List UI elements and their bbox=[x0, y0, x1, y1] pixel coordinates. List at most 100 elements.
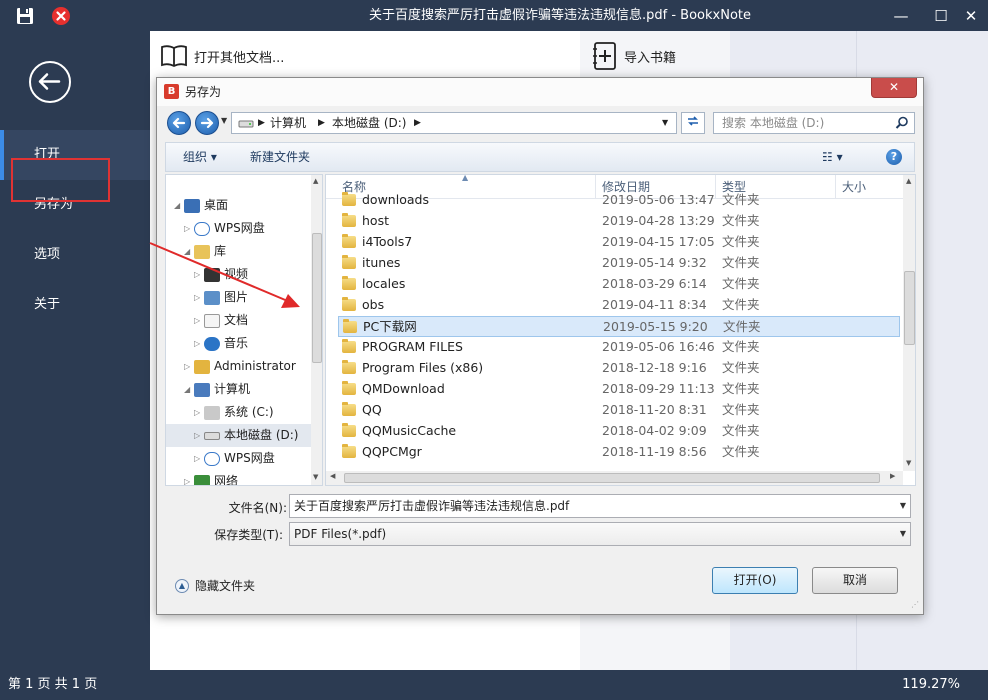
forward-nav-button[interactable] bbox=[195, 111, 219, 135]
new-folder-button[interactable]: 新建文件夹 bbox=[250, 143, 310, 171]
search-input[interactable]: 搜索 本地磁盘 (D:) bbox=[713, 112, 915, 134]
tree-item-library[interactable]: ◢ 库 bbox=[184, 240, 226, 263]
tree-item-local-disk-d[interactable]: ▷ 本地磁盘 (D:) bbox=[166, 424, 311, 447]
address-box[interactable]: ▶ 计算机 ▶ 本地磁盘 (D:) ▶ ▼ bbox=[231, 112, 677, 134]
desktop-icon bbox=[184, 198, 200, 213]
import-books-button[interactable]: 导入书籍 bbox=[592, 41, 676, 71]
breadcrumb-arrow-icon[interactable]: ▶ bbox=[318, 113, 325, 133]
file-row[interactable]: PROGRAM FILES 2019-05-06 16:46 文件夹 bbox=[338, 337, 900, 358]
arrow-left-icon bbox=[38, 73, 61, 90]
tree-item-wps-cloud[interactable]: ▷ WPS网盘 bbox=[184, 217, 265, 240]
scroll-right-icon[interactable]: ▶ bbox=[890, 472, 895, 480]
tree-item-network[interactable]: ▷ 网络 bbox=[184, 470, 238, 485]
tree-item-documents[interactable]: ▷ 文档 bbox=[194, 309, 248, 332]
file-row[interactable]: Program Files (x86) 2018-12-18 9:16 文件夹 bbox=[338, 358, 900, 379]
filetype-select[interactable]: PDF Files(*.pdf) ▼ bbox=[289, 522, 911, 546]
tree-item-videos[interactable]: ▷ 视频 bbox=[194, 263, 248, 286]
library-icon bbox=[194, 244, 210, 259]
file-row[interactable]: i4Tools7 2019-04-15 17:05 文件夹 bbox=[338, 232, 900, 253]
file-date: 2018-03-29 6:14 bbox=[602, 276, 707, 291]
drive-icon bbox=[204, 431, 220, 440]
computer-icon bbox=[194, 382, 210, 397]
breadcrumb-drive-d[interactable]: 本地磁盘 (D:) bbox=[332, 113, 406, 133]
tree-item-wps-cloud-2[interactable]: ▷ WPS网盘 bbox=[194, 447, 275, 470]
scroll-down-icon[interactable]: ▼ bbox=[313, 473, 318, 481]
dialog-close-button[interactable]: ✕ bbox=[871, 78, 917, 98]
address-dropdown-icon[interactable]: ▼ bbox=[662, 113, 668, 133]
back-nav-button[interactable] bbox=[167, 111, 191, 135]
add-book-icon bbox=[593, 42, 616, 70]
file-row[interactable]: PC下载网 2019-05-15 9:20 文件夹 bbox=[338, 316, 900, 337]
filename-label: 文件名(N): bbox=[228, 501, 287, 515]
open-other-document-label: 打开其他文档... bbox=[194, 50, 285, 66]
file-list-scroll-thumb[interactable] bbox=[904, 271, 915, 345]
tree-item-music[interactable]: ▷ 音乐 bbox=[194, 332, 248, 355]
file-list-vertical-scrollbar[interactable]: ▲ ▼ bbox=[903, 175, 915, 471]
file-date: 2018-04-02 9:09 bbox=[602, 423, 707, 438]
tree-scrollbar[interactable]: ▲ ▼ bbox=[311, 175, 322, 485]
tree-item-computer[interactable]: ◢ 计算机 bbox=[184, 378, 250, 401]
open-other-document-button[interactable]: 打开其他文档... bbox=[160, 41, 284, 71]
file-row[interactable]: locales 2018-03-29 6:14 文件夹 bbox=[338, 274, 900, 295]
sidebar-item-options[interactable]: 选项 bbox=[0, 230, 150, 280]
file-row[interactable]: downloads 2019-05-06 13:47 文件夹 bbox=[338, 190, 900, 211]
organize-menu-button[interactable]: 组织 ▾ bbox=[183, 143, 217, 171]
tree-item-system-c[interactable]: ▷ 系统 (C:) bbox=[194, 401, 274, 424]
view-options-button[interactable]: ☷ ▾ bbox=[822, 143, 843, 171]
address-bar-row: ▼ ▶ 计算机 ▶ 本地磁盘 (D:) ▶ ▼ 搜索 本地磁盘 (D:) bbox=[165, 111, 915, 135]
tree-scroll-thumb[interactable] bbox=[312, 233, 322, 363]
file-date: 2018-12-18 9:16 bbox=[602, 360, 707, 375]
file-type: 文件夹 bbox=[722, 423, 760, 438]
close-document-icon[interactable] bbox=[44, 0, 78, 31]
save-icon[interactable] bbox=[8, 0, 42, 31]
hide-folders-toggle[interactable]: ▲ 隐藏文件夹 bbox=[175, 577, 255, 594]
cancel-button[interactable]: 取消 bbox=[812, 567, 898, 594]
chevron-down-icon[interactable]: ▼ bbox=[900, 495, 906, 517]
horizontal-scroll-thumb[interactable] bbox=[344, 473, 880, 483]
title-bar: 关于百度搜索严厉打击虚假诈骗等违法违规信息.pdf - BookxNote — … bbox=[0, 0, 988, 31]
refresh-button[interactable] bbox=[681, 112, 705, 134]
chevron-down-icon[interactable]: ▼ bbox=[900, 523, 906, 545]
file-type: 文件夹 bbox=[722, 255, 760, 270]
dialog-title: 另存为 bbox=[185, 85, 222, 99]
recent-pages-dropdown-icon[interactable]: ▼ bbox=[221, 116, 227, 125]
file-row[interactable]: QMDownload 2018-09-29 11:13 文件夹 bbox=[338, 379, 900, 400]
scroll-left-icon[interactable]: ◀ bbox=[330, 472, 335, 480]
file-row[interactable]: QQPCMgr 2018-11-19 8:56 文件夹 bbox=[338, 442, 900, 463]
filename-input[interactable]: 关于百度搜索严厉打击虚假诈骗等违法违规信息.pdf ▼ bbox=[289, 494, 911, 518]
file-row[interactable]: QQ 2018-11-20 8:31 文件夹 bbox=[338, 400, 900, 421]
scroll-up-icon[interactable]: ▲ bbox=[313, 177, 318, 185]
filetype-value: PDF Files(*.pdf) bbox=[294, 527, 387, 541]
resize-grip-icon[interactable]: ⋰ bbox=[911, 600, 919, 609]
file-date: 2019-04-15 17:05 bbox=[602, 234, 715, 249]
open-button[interactable]: 打开(O) bbox=[712, 567, 798, 594]
help-button[interactable]: ? bbox=[886, 149, 902, 165]
sidebar-item-about[interactable]: 关于 bbox=[0, 280, 150, 330]
tree-item-desktop[interactable]: ◢ 桌面 bbox=[174, 194, 228, 217]
file-row[interactable]: itunes 2019-05-14 9:32 文件夹 bbox=[338, 253, 900, 274]
minimize-button[interactable]: — bbox=[884, 0, 918, 31]
tree-item-administrator[interactable]: ▷ Administrator bbox=[184, 355, 296, 378]
close-window-button[interactable]: ✕ bbox=[954, 0, 988, 31]
folder-icon bbox=[342, 402, 356, 416]
file-name: QQPCMgr bbox=[362, 444, 422, 459]
file-type: 文件夹 bbox=[723, 319, 761, 334]
breadcrumb-computer[interactable]: 计算机 bbox=[270, 113, 306, 133]
search-icon[interactable] bbox=[895, 116, 909, 130]
book-icon bbox=[161, 45, 187, 68]
drive-icon bbox=[238, 113, 254, 139]
tree-item-pictures[interactable]: ▷ 图片 bbox=[194, 286, 248, 309]
breadcrumb-arrow-icon[interactable]: ▶ bbox=[414, 113, 421, 133]
breadcrumb-arrow-icon[interactable]: ▶ bbox=[258, 113, 265, 133]
file-row[interactable]: host 2019-04-28 13:29 文件夹 bbox=[338, 211, 900, 232]
maximize-button[interactable]: ☐ bbox=[924, 0, 958, 31]
scroll-down-icon[interactable]: ▼ bbox=[906, 459, 911, 467]
file-date: 2019-05-15 9:20 bbox=[603, 319, 708, 334]
scroll-up-icon[interactable]: ▲ bbox=[906, 177, 911, 185]
file-row[interactable]: obs 2019-04-11 8:34 文件夹 bbox=[338, 295, 900, 316]
file-name: itunes bbox=[362, 255, 401, 270]
file-row[interactable]: QQMusicCache 2018-04-02 9:09 文件夹 bbox=[338, 421, 900, 442]
back-button[interactable] bbox=[29, 61, 71, 103]
file-list-horizontal-scrollbar[interactable]: ◀ ▶ bbox=[326, 471, 903, 485]
folder-icon bbox=[342, 234, 356, 248]
